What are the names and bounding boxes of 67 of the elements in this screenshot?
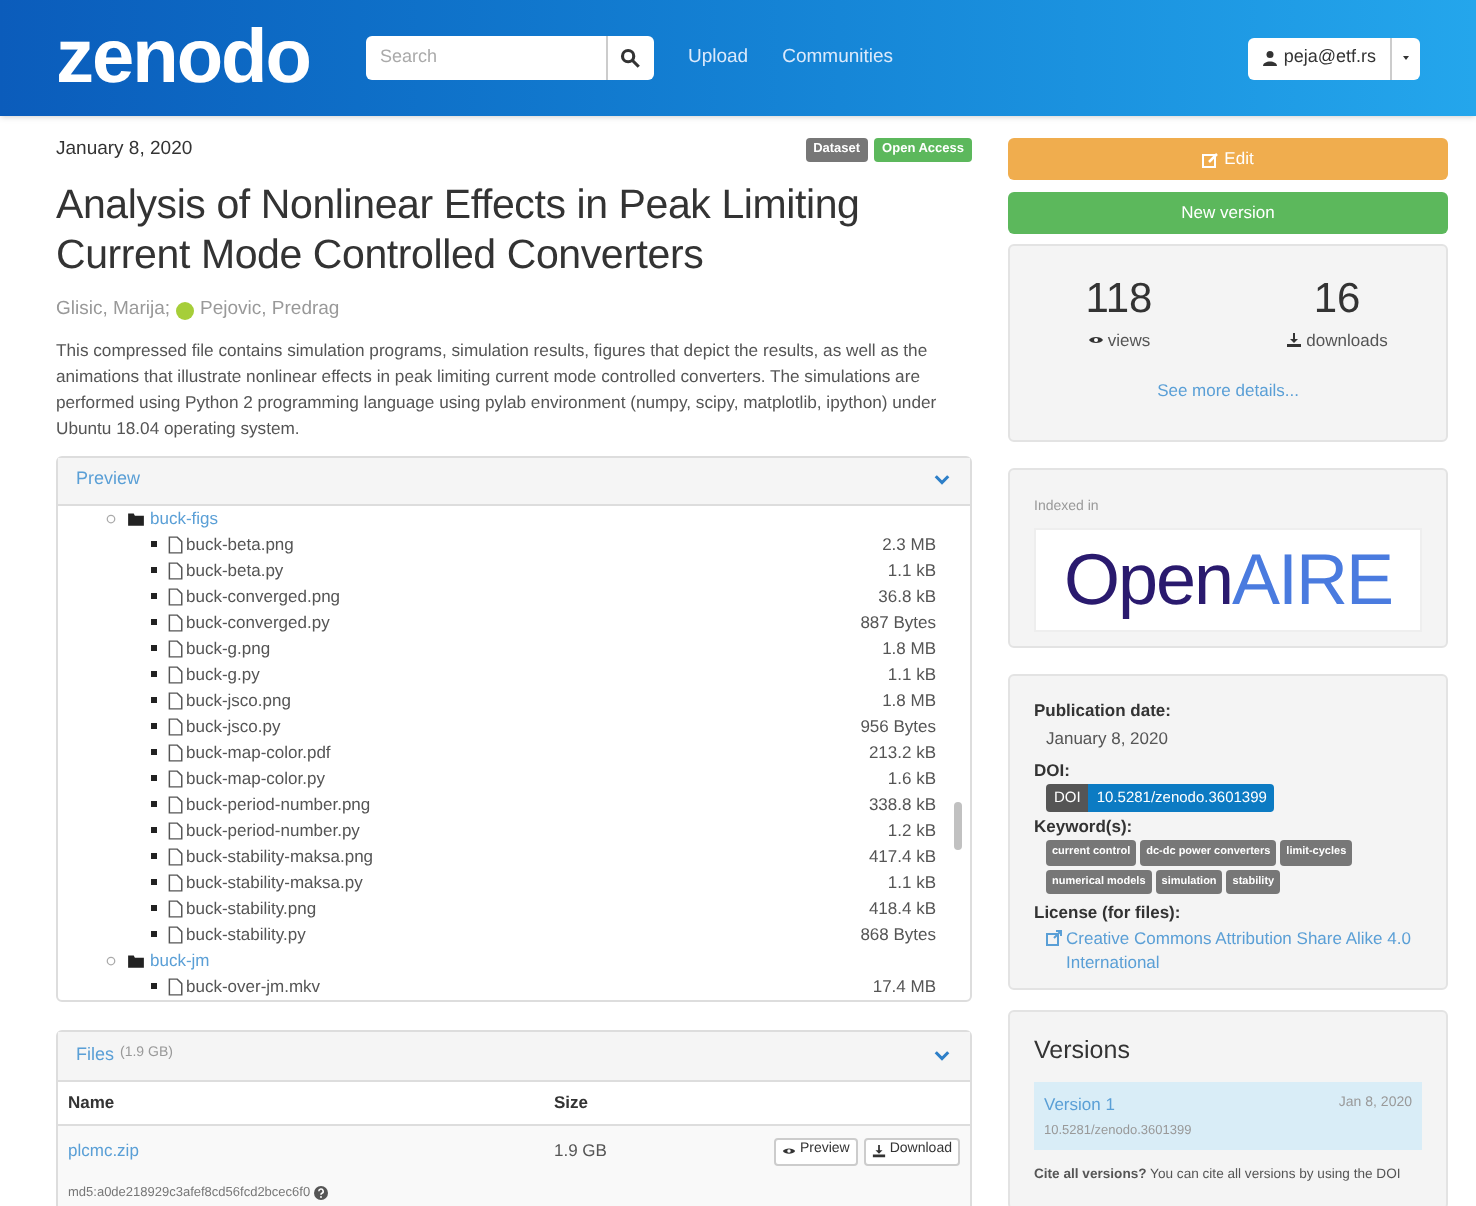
file-size: 213.2 kB bbox=[868, 739, 936, 765]
file-name: buck-jsco.png bbox=[186, 687, 291, 713]
site-logo[interactable]: zenodo bbox=[56, 18, 310, 98]
field-label: DOI: bbox=[1034, 757, 1072, 783]
download-count: 16 bbox=[1313, 276, 1361, 324]
file-name: buck-converged.png bbox=[186, 583, 341, 609]
file-name: buck-jsco.py bbox=[186, 713, 281, 739]
file-name: buck-stability.py bbox=[186, 921, 306, 947]
file-name: buck-period-number.py bbox=[186, 817, 360, 843]
file-size: 956 Bytes bbox=[860, 713, 936, 739]
file-name: buck-beta.py bbox=[186, 557, 284, 583]
record-title: Analysis of Nonlinear Effects in Peak Limiting Current Mode Controlled Converters bbox=[56, 180, 862, 281]
search-field[interactable]: Search bbox=[365, 36, 606, 80]
file-name: buck-period-number.png bbox=[186, 791, 371, 817]
openaire-logo[interactable]: OpenAIRE bbox=[1034, 527, 1422, 631]
file-size: 36.8 kB bbox=[878, 583, 936, 609]
file-name: buck-map-color.py bbox=[186, 765, 325, 791]
file-size: 338.8 kB bbox=[868, 791, 936, 817]
file-name: buck-stability.png bbox=[186, 895, 317, 921]
file-size: 1.6 kB bbox=[887, 765, 936, 791]
folder-name[interactable]: buck-figs bbox=[150, 505, 219, 531]
new-version-button[interactable]: New version bbox=[1008, 192, 1448, 234]
file-size: 417.4 kB bbox=[868, 843, 936, 869]
field-label: License (for files): bbox=[1034, 899, 1183, 925]
file-name: buck-stability-maksa.png bbox=[186, 843, 374, 869]
user-email: peja@etf.rs bbox=[1283, 44, 1376, 71]
file-size: 887 Bytes bbox=[860, 609, 936, 635]
field-label: Publication date: bbox=[1034, 698, 1173, 724]
file-name: buck-beta.png bbox=[186, 531, 294, 557]
file-size: 2.3 MB bbox=[882, 531, 936, 557]
download-label: downloads bbox=[1306, 328, 1388, 354]
file-size: 1.1 kB bbox=[887, 869, 936, 895]
panel-title: Versions bbox=[1034, 1034, 1132, 1068]
file-size: 17.4 MB bbox=[872, 973, 936, 999]
file-link[interactable]: plcmc.zip bbox=[68, 1137, 554, 1163]
author-name[interactable]: Pejovic, Predrag bbox=[200, 296, 340, 325]
panel-title: Files bbox=[76, 1041, 115, 1068]
view-label: views bbox=[1107, 328, 1151, 354]
file-name: buck-converged.py bbox=[186, 609, 330, 635]
panel-title: Preview bbox=[76, 466, 141, 493]
author-name[interactable]: Glisic, Marija; bbox=[56, 296, 171, 325]
file-size: 1.1 kB bbox=[887, 661, 936, 687]
file-size: 418.4 kB bbox=[868, 895, 936, 921]
user-menu-button[interactable]: peja@etf.rs bbox=[1247, 37, 1420, 79]
file-name: buck-map-color.pdf bbox=[186, 739, 331, 765]
details-link[interactable]: See more details... bbox=[1157, 379, 1299, 400]
folder-name[interactable]: buck-jm bbox=[150, 947, 210, 973]
license-link[interactable]: Creative Commons Attribution Share Alike 4.0 International bbox=[1066, 925, 1422, 973]
file-name: buck-g.png bbox=[186, 635, 271, 661]
record-description: This compressed file contains simulation programs, simulation results, figures that depict the results, as well as the animations that illustrate nonlinear effects in peak limiting current mode controlled converters. The simulations are performed using Python 2 programming language using pylab environment (numpy, scipy, matplotlib, ipython) under Ubuntu 18.04 operating system. bbox=[56, 337, 939, 441]
file-size: 1.8 MB bbox=[882, 635, 936, 661]
file-name: buck-over-jm.mkv bbox=[186, 973, 321, 999]
file-size: 868 Bytes bbox=[860, 921, 936, 947]
field-label: Keyword(s): bbox=[1034, 813, 1135, 839]
column-header: Size bbox=[554, 1089, 589, 1115]
file-size: 1.1 kB bbox=[887, 557, 936, 583]
publication-date: January 8, 2020 bbox=[1044, 725, 1170, 751]
nav-link[interactable]: Upload bbox=[687, 43, 749, 73]
file-size: 1.9 GB bbox=[554, 1137, 607, 1163]
view-count: 118 bbox=[1085, 276, 1153, 324]
nav-link[interactable]: Communities bbox=[782, 43, 894, 73]
publication-date: January 8, 2020 bbox=[56, 136, 193, 164]
file-size: 1.2 kB bbox=[887, 817, 936, 843]
column-header: Name bbox=[68, 1089, 117, 1115]
file-name: buck-g.py bbox=[186, 661, 260, 687]
file-size: 1.8 MB bbox=[882, 687, 936, 713]
file-name: buck-stability-maksa.py bbox=[186, 869, 363, 895]
